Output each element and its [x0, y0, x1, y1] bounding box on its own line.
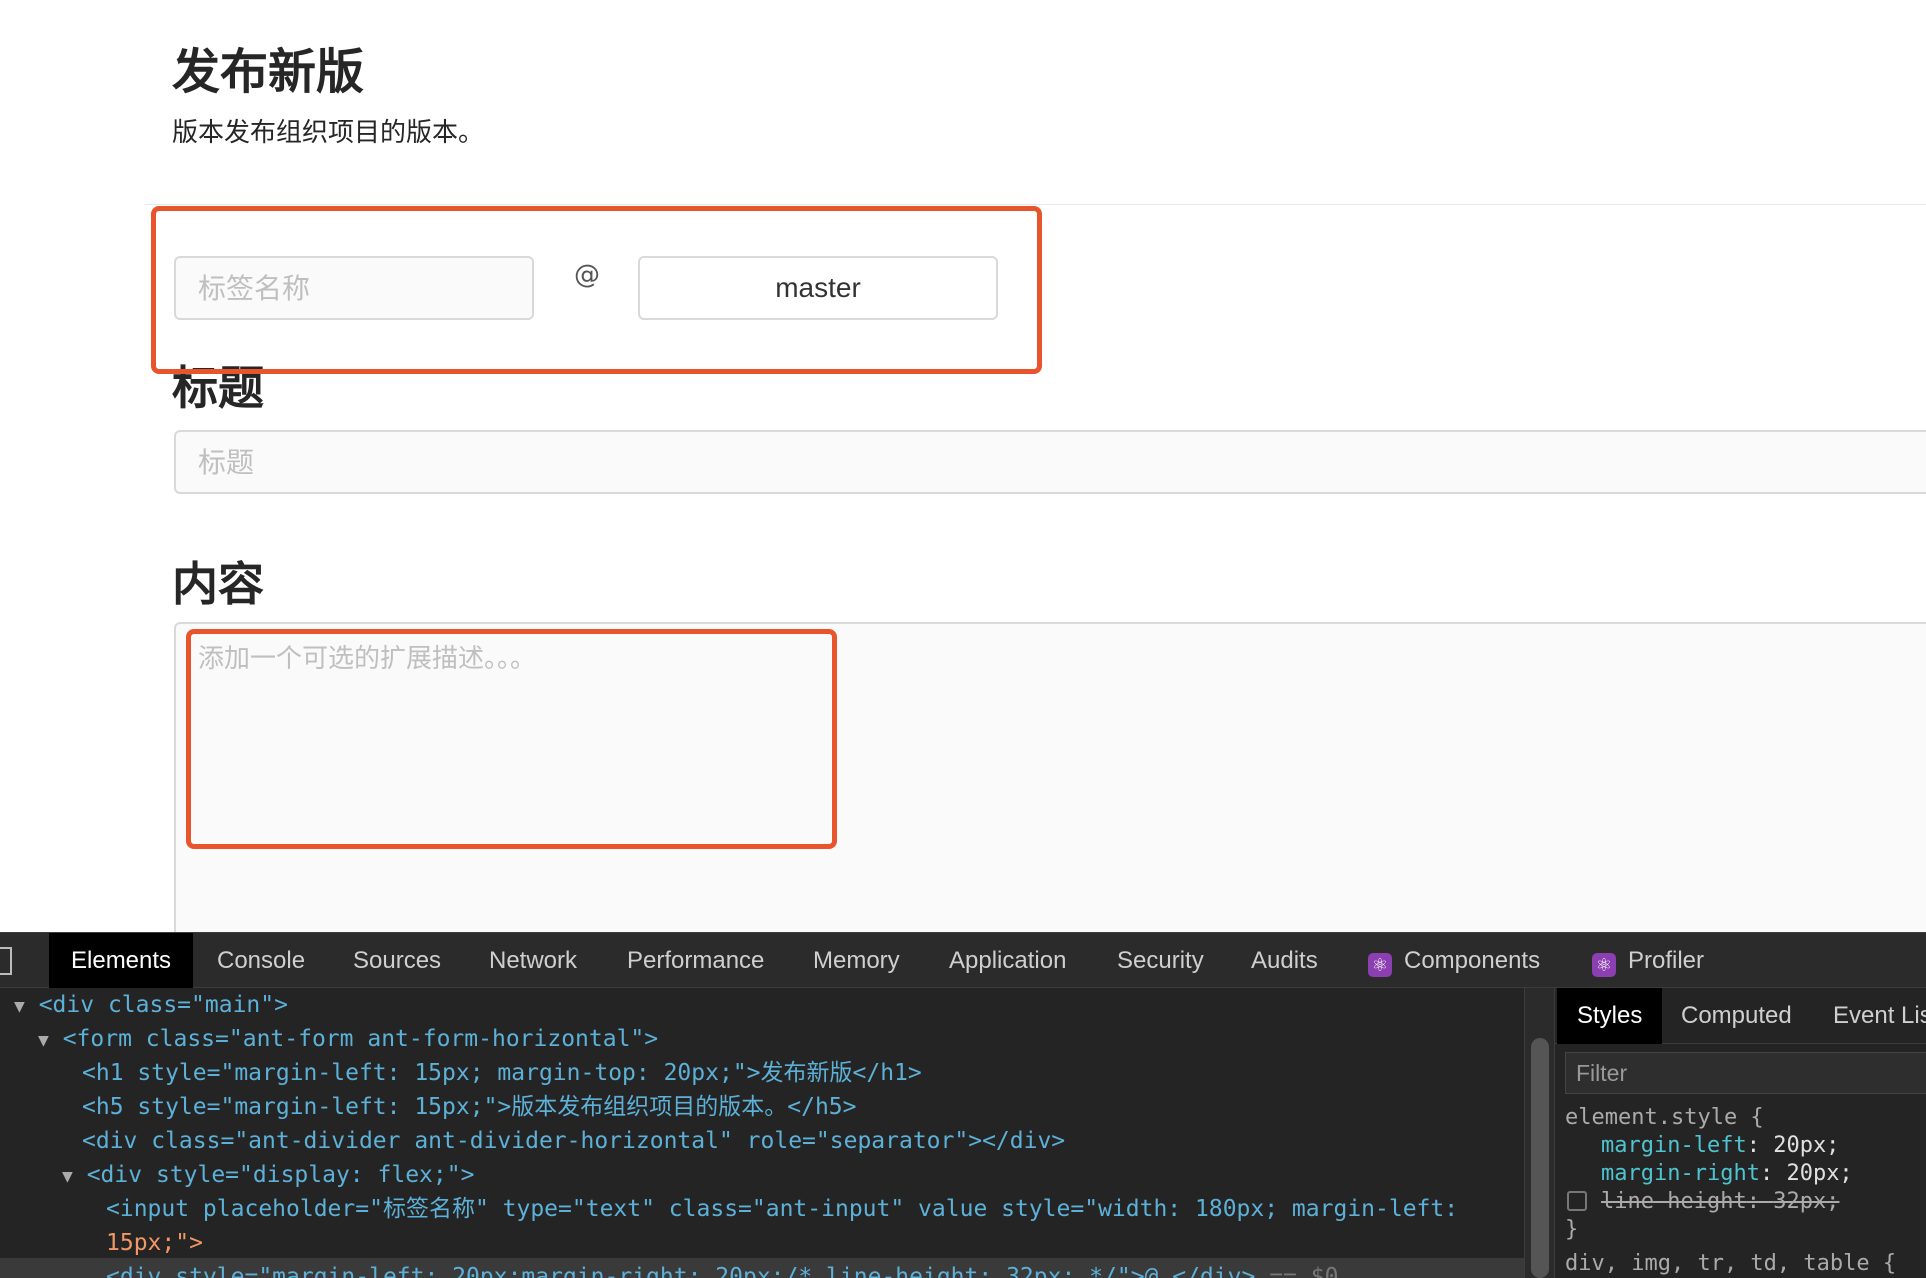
dom-tree[interactable]: ▼ <div class="main"> ▼ <form class="ant-… [0, 988, 1524, 1278]
tab-computed[interactable]: Computed [1681, 988, 1792, 1044]
dom-node-form[interactable]: ▼ <form class="ant-form ant-form-horizon… [38, 1022, 658, 1058]
dom-node-text: <form class="ant-form ant-form-horizonta… [62, 1026, 659, 1052]
release-form-page: 发布新版 版本发布组织项目的版本。 @ master 标题 内容 [0, 0, 1926, 932]
divider [145, 204, 1926, 205]
tab-styles[interactable]: Styles [1557, 988, 1663, 1044]
dom-node-text: <h5 style="margin-left: 15px;">版本发布组织项目的… [82, 1094, 857, 1120]
tab-performance[interactable]: Performance [627, 933, 764, 988]
prop-name: margin-right [1601, 1161, 1760, 1186]
branch-select[interactable]: master [638, 256, 998, 320]
dom-node-text: <div style="display: flex;"> [86, 1162, 475, 1188]
styles-tabbar: Styles Computed Event Lis [1555, 988, 1926, 1044]
dom-node-main[interactable]: ▼ <div class="main"> [14, 988, 288, 1024]
tab-profiler-label: Profiler [1628, 947, 1705, 974]
dom-node-divider[interactable]: <div class="ant-divider ant-divider-hori… [82, 1124, 1065, 1158]
styles-filter-input[interactable]: Filter [1565, 1052, 1926, 1094]
tab-sources[interactable]: Sources [353, 933, 441, 988]
dock-toggle-icon[interactable] [0, 947, 12, 975]
tab-event-listeners[interactable]: Event Lis [1833, 988, 1926, 1044]
branch-value: master [775, 272, 861, 303]
property-checkbox[interactable] [1567, 1191, 1587, 1211]
content-textarea[interactable] [174, 622, 1926, 932]
style-prop-margin-left[interactable]: margin-left: 20px; [1601, 1132, 1839, 1160]
dom-node-flex-div[interactable]: ▼ <div style="display: flex;"> [62, 1158, 474, 1194]
tab-elements[interactable]: Elements [49, 933, 194, 988]
tab-security[interactable]: Security [1117, 933, 1204, 988]
styles-pane: Styles Computed Event Lis Filter element… [1554, 988, 1926, 1278]
dom-tree-scrollbar[interactable] [1524, 988, 1554, 1278]
dom-node-input[interactable]: <input placeholder="标签名称" type="text" cl… [106, 1192, 1458, 1226]
prop-value: 20px; [1773, 1133, 1840, 1158]
expand-arrow-icon[interactable]: ▼ [14, 996, 25, 1017]
page-subtitle: 版本发布组织项目的版本。 [172, 118, 485, 148]
tab-profiler[interactable]: ⚛ Profiler [1592, 933, 1704, 988]
react-icon: ⚛ [1592, 953, 1616, 977]
dom-node-suffix: == $0 [1269, 1264, 1339, 1278]
at-sign: @ [574, 260, 600, 290]
dom-node-text: <h1 style="margin-left: 15px; margin-top… [82, 1060, 922, 1086]
rule-selector: element.style { [1565, 1105, 1764, 1130]
dom-node-text: <input placeholder="标签名称" type="text" cl… [106, 1196, 1459, 1222]
tab-audits[interactable]: Audits [1251, 933, 1318, 988]
dom-node-text: <div class="ant-divider ant-divider-hori… [82, 1128, 1066, 1154]
dom-node-h5[interactable]: <h5 style="margin-left: 15px;">版本发布组织项目的… [82, 1090, 857, 1124]
rule-close: } [1565, 1217, 1579, 1242]
tab-network[interactable]: Network [489, 933, 577, 988]
dom-node-h1[interactable]: <h1 style="margin-left: 15px; margin-top… [82, 1056, 922, 1090]
content-label: 内容 [172, 557, 264, 611]
prop-name: line-height [1601, 1189, 1747, 1214]
dom-node-text: <div class="main"> [38, 992, 288, 1018]
dom-node-at-div[interactable]: <div style="margin-left: 20px;margin-rig… [106, 1260, 1338, 1278]
style-prop-margin-right[interactable]: margin-right: 20px; [1601, 1160, 1853, 1188]
title-label: 标题 [172, 361, 264, 415]
prop-name: margin-left [1601, 1133, 1747, 1158]
tab-components-label: Components [1404, 947, 1541, 974]
react-icon: ⚛ [1368, 953, 1392, 977]
expand-arrow-icon[interactable]: ▼ [38, 1030, 49, 1051]
dom-node-text: <div style="margin-left: 20px;margin-rig… [106, 1264, 1256, 1278]
tag-name-input[interactable] [174, 256, 534, 320]
tab-components[interactable]: ⚛ Components [1368, 933, 1540, 988]
devtools-panel: Elements Console Sources Network Perform… [0, 932, 1926, 1278]
tab-memory[interactable]: Memory [813, 933, 900, 988]
page-title: 发布新版 [172, 44, 365, 100]
style-prop-line-height[interactable]: line-height: 32px; [1567, 1188, 1839, 1216]
expand-arrow-icon[interactable]: ▼ [62, 1166, 73, 1187]
title-input[interactable] [174, 430, 1926, 494]
tab-console[interactable]: Console [217, 933, 305, 988]
next-rule-selector: div, img, tr, td, table { [1565, 1251, 1897, 1276]
devtools-tabbar: Elements Console Sources Network Perform… [0, 932, 1926, 988]
prop-value: 32px; [1773, 1189, 1840, 1214]
prop-value: 20px; [1786, 1161, 1853, 1186]
tab-application[interactable]: Application [949, 933, 1066, 988]
scrollbar-thumb[interactable] [1531, 1038, 1549, 1278]
dom-node-input-cont: 15px;"> [106, 1226, 203, 1260]
dom-node-text: 15px;"> [106, 1230, 203, 1256]
